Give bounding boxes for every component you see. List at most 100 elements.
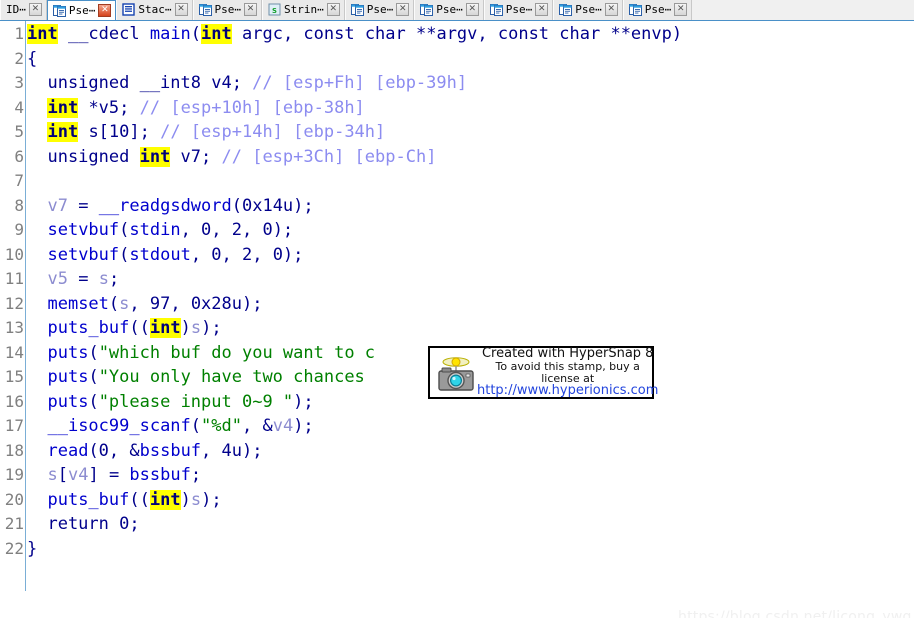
tab-close-icon-9[interactable]: ✕ xyxy=(674,3,688,16)
code-line[interactable]: 13 puts_buf((int)s); xyxy=(0,316,914,341)
code-line[interactable]: 12 memset(s, 97, 0x28u); xyxy=(0,292,914,317)
code-line[interactable]: 9 setvbuf(stdin, 0, 2, 0); xyxy=(0,218,914,243)
token-var: v4 xyxy=(67,465,89,485)
tab-1[interactable]: Pse⋯ ✕ xyxy=(46,0,117,20)
code-line[interactable]: 7 xyxy=(0,169,914,194)
token-cmt: // [esp+14h] [ebp-34h] xyxy=(160,122,386,142)
code-line[interactable]: 8 v7 = __readgsdword(0x14u); xyxy=(0,194,914,219)
code-line[interactable]: 2{ xyxy=(0,47,914,72)
token-str: "%d" xyxy=(201,416,242,436)
tab-label-9: Pse⋯ xyxy=(644,3,672,16)
token-plain: (0, & xyxy=(88,440,140,461)
hypersnap-stamp: Created with HyperSnap 8 To avoid this s… xyxy=(428,346,658,399)
token-plain: } xyxy=(27,538,38,559)
token-plain: (0x14u); xyxy=(231,195,314,216)
tab-9[interactable]: Pse⋯ ✕ xyxy=(622,0,693,20)
tab-close-icon-2[interactable]: ✕ xyxy=(174,3,188,16)
line-number: 19 xyxy=(4,465,24,484)
token-var: v4 xyxy=(272,416,294,436)
code-line[interactable]: 6 unsigned int v7; // [esp+3Ch] [ebp-Ch] xyxy=(0,145,914,170)
code-line[interactable]: 21 return 0; xyxy=(0,512,914,537)
line-text: int s[10]; // [esp+14h] [ebp-34h] xyxy=(25,120,385,145)
token-str: "which buf do you want to c xyxy=(98,342,376,363)
tab-label-8: Pse⋯ xyxy=(575,3,602,16)
code-line[interactable]: 1 int __cdecl main(int argc, const char *… xyxy=(0,22,914,47)
code-line[interactable]: 10 setvbuf(stdout, 0, 2, 0); xyxy=(0,243,914,268)
tab-close-icon-5[interactable]: ✕ xyxy=(396,3,410,16)
code-line[interactable]: 19 s[v4] = bssbuf; xyxy=(0,463,914,488)
token-k: int xyxy=(139,146,171,167)
tab-5[interactable]: Pse⋯ ✕ xyxy=(344,0,415,20)
token-plain: ); xyxy=(293,391,314,412)
hypersnap-url: http://www.hyperionics.com xyxy=(477,383,659,399)
tab-close-icon-0[interactable]: ✕ xyxy=(28,3,42,16)
token-fn: main xyxy=(149,24,191,44)
token-fn: puts xyxy=(47,342,89,363)
token-var: v7 xyxy=(47,195,68,216)
token-plain: ( xyxy=(190,416,202,436)
line-number: 10 xyxy=(4,244,24,264)
line-number: 22 xyxy=(4,538,24,558)
token-plain: unsigned xyxy=(27,146,140,167)
token-plain: [ xyxy=(57,465,68,485)
token-plain: { xyxy=(27,48,38,69)
tab-close-icon-3[interactable]: ✕ xyxy=(244,3,257,16)
tab-4[interactable]: s Strin⋯ ✕ xyxy=(262,0,345,20)
code-line[interactable]: 20 puts_buf((int)s); xyxy=(0,488,914,513)
pseudocode-editor[interactable]: 1 int __cdecl main(int argc, const char *… xyxy=(0,21,914,618)
tab-close-icon-8[interactable]: ✕ xyxy=(604,3,618,16)
token-var: s xyxy=(190,489,202,510)
line-number: 7 xyxy=(14,171,24,190)
token-fn: setvbuf xyxy=(47,244,120,265)
token-k: int xyxy=(149,318,181,338)
tab-label-2: Stac⋯ xyxy=(138,3,172,16)
code-area[interactable]: 1 int __cdecl main(int argc, const char *… xyxy=(0,21,914,561)
token-fn: __readgsdword xyxy=(98,195,232,216)
line-number: 18 xyxy=(4,440,24,460)
token-plain: , 97, 0x28u); xyxy=(129,293,263,314)
token-fn: __isoc99_scanf xyxy=(47,416,191,436)
tab-close-icon-6[interactable]: ✕ xyxy=(465,3,479,16)
code-line[interactable]: 22} xyxy=(0,537,914,562)
line-text: memset(s, 97, 0x28u); xyxy=(25,292,262,317)
line-number: 1 xyxy=(14,24,24,43)
tab-8[interactable]: Pse⋯ ✕ xyxy=(553,0,623,20)
tab-6[interactable]: Pse⋯ ✕ xyxy=(414,0,484,20)
tab-0[interactable]: ID⋯ ✕ xyxy=(0,0,47,20)
line-text: int *v5; // [esp+10h] [ebp-38h] xyxy=(25,96,365,121)
token-plain: , & xyxy=(241,416,273,436)
line-text: puts_buf((int)s); xyxy=(25,488,222,513)
code-line[interactable]: 5 int s[10]; // [esp+14h] [ebp-34h] xyxy=(0,120,914,145)
token-plain: v7; xyxy=(170,146,222,167)
line-text: puts("You only have two chances xyxy=(25,365,375,390)
token-cmt: // [esp+Fh] [ebp-39h] xyxy=(252,73,468,93)
line-number: 6 xyxy=(14,146,24,166)
code-line[interactable]: 17 __isoc99_scanf("%d", &v4); xyxy=(0,414,914,439)
tab-label-1: Pse⋯ xyxy=(68,4,96,17)
tab-label-3: Pse⋯ xyxy=(214,3,242,16)
tab-2[interactable]: Stac⋯ ✕ xyxy=(116,0,193,20)
tab-close-icon-7[interactable]: ✕ xyxy=(535,3,549,16)
tab-3[interactable]: Pse⋯ ✕ xyxy=(192,0,262,20)
tab-close-icon-1[interactable]: ✕ xyxy=(98,4,112,17)
code-line[interactable]: 18 read(0, &bssbuf, 4u); xyxy=(0,439,914,464)
tab-close-icon-4[interactable]: ✕ xyxy=(326,3,340,16)
token-var: s xyxy=(119,293,130,314)
line-number: 9 xyxy=(14,220,24,239)
code-line[interactable]: 11 v5 = s; xyxy=(0,267,914,292)
line-number: 16 xyxy=(4,391,24,411)
token-plain: = xyxy=(67,269,99,289)
line-text: { xyxy=(25,47,37,72)
token-fn: bssbuf xyxy=(139,440,202,461)
line-text: v5 = s; xyxy=(25,267,119,292)
pseudocode-icon xyxy=(52,4,66,17)
token-fn: puts xyxy=(47,367,89,387)
tab-7[interactable]: Pse⋯ ✕ xyxy=(483,0,554,20)
code-line[interactable]: 4 int *v5; // [esp+10h] [ebp-38h] xyxy=(0,96,914,121)
token-k: int xyxy=(149,489,181,510)
code-line[interactable]: 3 unsigned __int8 v4; // [esp+Fh] [ebp-3… xyxy=(0,71,914,96)
token-k: int xyxy=(201,24,232,44)
line-text: puts_buf((int)s); xyxy=(25,316,222,341)
